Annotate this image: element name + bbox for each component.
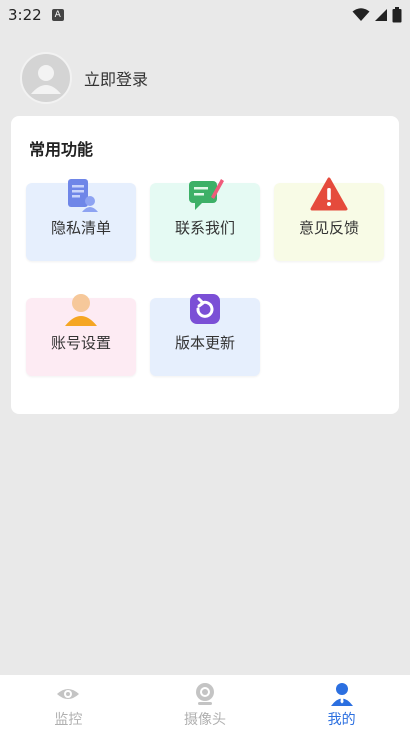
- battery-icon: [392, 7, 402, 23]
- card-title: 常用功能: [29, 140, 94, 159]
- warning-icon: [310, 177, 348, 211]
- tile-label: 版本更新: [174, 334, 235, 352]
- signal-icon: [375, 9, 387, 21]
- tile-feedback[interactable]: 意见反馈: [274, 177, 384, 261]
- profile-header[interactable]: 立即登录: [20, 52, 148, 104]
- privacy-list-icon: [68, 179, 98, 212]
- notification-icon: A: [51, 9, 64, 21]
- person-icon: [330, 683, 353, 706]
- update-icon: [190, 294, 220, 324]
- tile-privacy-list[interactable]: 隐私清单: [26, 179, 136, 261]
- tile-label: 联系我们: [174, 219, 235, 237]
- avatar[interactable]: [20, 52, 72, 104]
- tile-label: 隐私清单: [50, 219, 111, 237]
- tab-label: 我的: [327, 712, 356, 728]
- contact-icon: [189, 179, 224, 210]
- bottom-tab-bar: 监控 摄像头 我的: [0, 675, 410, 730]
- account-icon: [65, 294, 97, 326]
- tile-label: 意见反馈: [298, 219, 359, 237]
- tab-monitor[interactable]: 监控: [0, 675, 137, 730]
- wifi-icon: [352, 8, 370, 21]
- tab-label: 监控: [54, 712, 83, 728]
- common-functions-card: 常用功能 隐私清单 联系我们 意见反馈 账号设置 版本更新: [11, 116, 399, 414]
- eye-icon: [57, 689, 80, 699]
- tile-version-update[interactable]: 版本更新: [150, 294, 260, 376]
- tab-camera[interactable]: 摄像头: [137, 675, 274, 730]
- status-indicators: [352, 7, 402, 23]
- default-avatar-icon: [31, 65, 61, 94]
- tile-label: 账号设置: [50, 334, 111, 352]
- tab-mine[interactable]: 我的: [273, 675, 410, 730]
- camera-icon: [196, 683, 214, 705]
- tile-contact-us[interactable]: 联系我们: [150, 179, 260, 261]
- status-time: 3:22: [8, 6, 42, 24]
- status-bar: 3:22 A: [0, 0, 410, 30]
- tile-account-settings[interactable]: 账号设置: [26, 294, 136, 376]
- tab-label: 摄像头: [184, 712, 226, 728]
- login-link[interactable]: 立即登录: [84, 66, 148, 90]
